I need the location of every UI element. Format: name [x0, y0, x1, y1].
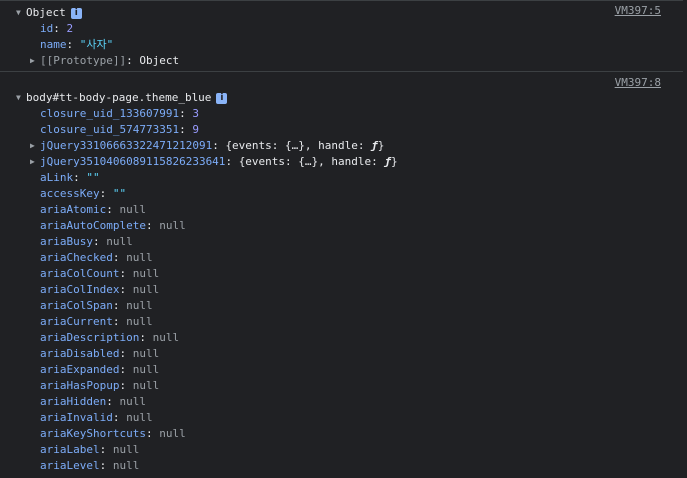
- property-key: closure_uid_574773351: [40, 123, 180, 136]
- object-close: }: [377, 139, 385, 152]
- source-link[interactable]: VM397:5: [615, 3, 661, 19]
- property-row: ariaExpanded: null: [40, 363, 160, 376]
- property-key: ariaHidden: [40, 395, 107, 408]
- property-key: ariaChecked: [40, 251, 113, 264]
- body-title: body#tt-body-page.theme_blue: [26, 91, 212, 104]
- function-glyph: ƒ: [371, 139, 378, 152]
- property-key: [[Prototype]]: [40, 54, 127, 67]
- property-key: ariaColCount: [40, 267, 120, 280]
- console-messages: VM397:5 Objecti id: 2 name: "사자" [[Proto…: [0, 0, 687, 478]
- property-value: 9: [192, 123, 199, 136]
- console-message-object: VM397:5 Objecti id: 2 name: "사자" [[Proto…: [0, 0, 687, 72]
- property-key: name: [40, 38, 67, 51]
- property-row: ariaColCount: null: [40, 267, 160, 280]
- property-value: 2: [66, 22, 74, 35]
- property-row-id: id: 2: [40, 22, 74, 35]
- property-key: ariaInvalid: [40, 411, 113, 424]
- scrollbar[interactable]: [683, 0, 687, 478]
- property-value: null: [126, 315, 153, 328]
- property-key: closure_uid_133607991: [40, 107, 180, 120]
- property-row: closure_uid_574773351: 9: [40, 123, 199, 136]
- property-row: ariaHasPopup: null: [40, 379, 160, 392]
- property-row-jquery-1[interactable]: jQuery33106663322471212091: {events: {…}…: [30, 138, 384, 154]
- property-value: null: [159, 219, 186, 232]
- property-value: 3: [192, 107, 199, 120]
- property-key: jQuery33106663322471212091: [40, 139, 213, 152]
- property-value: null: [119, 395, 146, 408]
- property-value: null: [132, 347, 160, 360]
- property-key: ariaLabel: [40, 443, 100, 456]
- prototype-row[interactable]: [[Prototype]]: Object: [30, 53, 179, 69]
- property-row: ariaColIndex: null: [40, 283, 160, 296]
- property-row: accessKey: "": [40, 187, 127, 200]
- property-key: ariaAutoComplete: [40, 219, 146, 232]
- property-key: id: [40, 22, 54, 35]
- property-key: ariaDisabled: [40, 347, 120, 360]
- property-row: aLink: "": [40, 171, 100, 184]
- property-key: jQuery3510406089115826233641: [40, 155, 226, 168]
- property-value: null: [119, 203, 146, 216]
- property-row: ariaBusy: null: [40, 235, 133, 248]
- expand-triangle-icon[interactable]: [30, 154, 40, 170]
- property-value: null: [126, 411, 153, 424]
- property-key: aLink: [40, 171, 74, 184]
- property-key: ariaCurrent: [40, 315, 113, 328]
- property-key: accessKey: [40, 187, 100, 200]
- property-value: {events: {…}, handle:: [225, 139, 372, 152]
- property-row: ariaAtomic: null: [40, 203, 146, 216]
- property-row: ariaColSpan: null: [40, 299, 153, 312]
- property-row: ariaAutoComplete: null: [40, 219, 186, 232]
- property-row-jquery-2[interactable]: jQuery3510406089115826233641: {events: {…: [30, 154, 398, 170]
- property-row: ariaDescription: null: [40, 331, 180, 344]
- info-icon[interactable]: i: [70, 8, 82, 19]
- property-value: "사자": [79, 38, 114, 51]
- property-row: ariaKeyShortcuts: null: [40, 427, 186, 440]
- object-title: Object: [26, 6, 66, 19]
- property-row: closure_uid_133607991: 3: [40, 107, 199, 120]
- property-value: {events: {…}, handle:: [238, 155, 385, 168]
- property-value: null: [152, 331, 180, 344]
- expand-triangle-icon[interactable]: [30, 138, 40, 154]
- property-key: ariaBusy: [40, 235, 93, 248]
- expand-triangle-icon[interactable]: [30, 53, 40, 69]
- property-key: ariaExpanded: [40, 363, 120, 376]
- body-root-row[interactable]: body#tt-body-page.theme_blue i: [16, 90, 228, 106]
- property-value: null: [126, 299, 153, 312]
- property-key: ariaColIndex: [40, 283, 120, 296]
- property-row: ariaDisabled: null: [40, 347, 160, 360]
- source-link[interactable]: VM397:8: [615, 75, 661, 91]
- property-value: "": [86, 171, 100, 184]
- property-key: ariaColSpan: [40, 299, 113, 312]
- property-row: ariaInvalid: null: [40, 411, 153, 424]
- property-key: ariaLevel: [40, 459, 100, 472]
- property-row-name: name: "사자": [40, 38, 114, 51]
- property-key: ariaKeyShortcuts: [40, 427, 146, 440]
- property-value: null: [126, 251, 153, 264]
- property-row: ariaLevel: null: [40, 459, 140, 472]
- property-value: null: [159, 427, 186, 440]
- property-value: null: [132, 363, 160, 376]
- console-message-body: VM397:8 body#tt-body-page.theme_blue i cl…: [0, 72, 687, 478]
- property-row: ariaCurrent: null: [40, 315, 153, 328]
- property-value: "": [112, 187, 127, 200]
- property-value: null: [132, 283, 160, 296]
- property-key: ariaAtomic: [40, 203, 107, 216]
- property-row: ariaChecked: null: [40, 251, 153, 264]
- property-key: ariaHasPopup: [40, 379, 120, 392]
- object-close: }: [391, 155, 398, 168]
- property-value: null: [112, 443, 140, 456]
- expand-triangle-icon[interactable]: [16, 90, 26, 106]
- property-key: ariaDescription: [40, 331, 140, 344]
- property-row: ariaLabel: null: [40, 443, 140, 456]
- property-row: ariaHidden: null: [40, 395, 146, 408]
- object-root-row[interactable]: Objecti: [16, 5, 82, 21]
- property-value: null: [132, 379, 160, 392]
- property-value: null: [106, 235, 133, 248]
- property-value: null: [112, 459, 140, 472]
- property-value: Object: [139, 54, 180, 67]
- property-value: null: [132, 267, 160, 280]
- info-icon[interactable]: i: [216, 93, 228, 104]
- expand-triangle-icon[interactable]: [16, 5, 26, 21]
